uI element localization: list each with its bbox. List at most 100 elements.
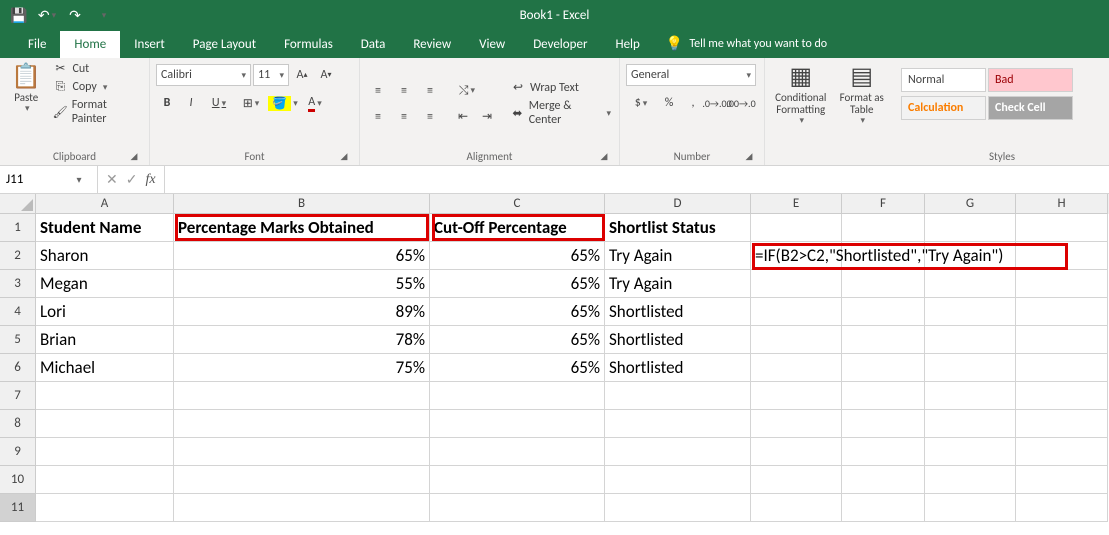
- name-box[interactable]: ▾: [0, 166, 98, 193]
- cell-A3[interactable]: Megan: [36, 270, 174, 298]
- cell-E9[interactable]: [751, 438, 842, 466]
- cell-D5[interactable]: Shortlisted: [605, 326, 751, 354]
- align-middle-button[interactable]: ≡: [392, 79, 416, 103]
- cell-F10[interactable]: [842, 466, 925, 494]
- style-normal[interactable]: Normal: [901, 68, 986, 92]
- insert-function-button[interactable]: fx: [145, 172, 155, 188]
- row-header-2[interactable]: 2: [0, 242, 36, 270]
- align-right-button[interactable]: ≡: [418, 105, 442, 129]
- cell-C1[interactable]: Cut-Off Percentage: [430, 214, 605, 242]
- cell-C3[interactable]: 65%: [430, 270, 605, 298]
- col-header-B[interactable]: B: [174, 194, 430, 214]
- bold-button[interactable]: B: [156, 92, 178, 114]
- cell-C11[interactable]: [430, 494, 605, 522]
- cell-F3[interactable]: [842, 270, 925, 298]
- tab-formulas[interactable]: Formulas: [270, 31, 347, 58]
- cell-A6[interactable]: Michael: [36, 354, 174, 382]
- col-header-D[interactable]: D: [605, 194, 751, 214]
- cell-G1[interactable]: [925, 214, 1016, 242]
- cell-A2[interactable]: Sharon: [36, 242, 174, 270]
- merge-center-button[interactable]: ⬌Merge & Center▾: [508, 98, 613, 128]
- cell-D4[interactable]: Shortlisted: [605, 298, 751, 326]
- cell-D9[interactable]: [605, 438, 751, 466]
- number-format-select[interactable]: General▾: [626, 64, 756, 86]
- cell-A11[interactable]: [36, 494, 174, 522]
- cell-C8[interactable]: [430, 410, 605, 438]
- row-header-7[interactable]: 7: [0, 382, 36, 410]
- cell-B8[interactable]: [174, 410, 430, 438]
- cell-C5[interactable]: 65%: [430, 326, 605, 354]
- paste-button[interactable]: 📋 Paste ▾: [6, 60, 46, 116]
- underline-button[interactable]: U▾: [204, 92, 234, 114]
- cell-F9[interactable]: [842, 438, 925, 466]
- cell-A8[interactable]: [36, 410, 174, 438]
- cell-E2[interactable]: =IF(B2>C2,"Shortlisted","Try Again"): [751, 242, 842, 270]
- cell-H11[interactable]: [1016, 494, 1108, 522]
- tab-insert[interactable]: Insert: [120, 31, 179, 58]
- number-launcher[interactable]: ◢: [742, 149, 756, 163]
- col-header-A[interactable]: A: [36, 194, 174, 214]
- name-box-dropdown[interactable]: ▾: [70, 173, 88, 186]
- align-center-button[interactable]: ≡: [392, 105, 416, 129]
- tab-help[interactable]: Help: [601, 31, 653, 58]
- cell-H4[interactable]: [1016, 298, 1108, 326]
- cell-A5[interactable]: Brian: [36, 326, 174, 354]
- cell-H8[interactable]: [1016, 410, 1108, 438]
- cell-F11[interactable]: [842, 494, 925, 522]
- cell-E5[interactable]: [751, 326, 842, 354]
- cell-H7[interactable]: [1016, 382, 1108, 410]
- cell-C9[interactable]: [430, 438, 605, 466]
- name-box-input[interactable]: [0, 166, 70, 193]
- accounting-format-button[interactable]: $▾: [626, 92, 656, 114]
- col-header-G[interactable]: G: [925, 194, 1016, 214]
- row-header-3[interactable]: 3: [0, 270, 36, 298]
- cell-E4[interactable]: [751, 298, 842, 326]
- cell-A9[interactable]: [36, 438, 174, 466]
- orientation-button[interactable]: ⤭▾: [452, 80, 482, 102]
- cell-G11[interactable]: [925, 494, 1016, 522]
- cell-E7[interactable]: [751, 382, 842, 410]
- row-header-8[interactable]: 8: [0, 410, 36, 438]
- cell-F8[interactable]: [842, 410, 925, 438]
- borders-button[interactable]: ⊞▾: [236, 92, 266, 114]
- row-header-6[interactable]: 6: [0, 354, 36, 382]
- tab-data[interactable]: Data: [347, 31, 400, 58]
- cell-E1[interactable]: [751, 214, 842, 242]
- font-launcher[interactable]: ◢: [337, 149, 351, 163]
- tab-developer[interactable]: Developer: [519, 31, 601, 58]
- style-calculation[interactable]: Calculation: [901, 96, 986, 120]
- cell-H6[interactable]: [1016, 354, 1108, 382]
- row-header-1[interactable]: 1: [0, 214, 36, 242]
- cell-B2[interactable]: 65%: [174, 242, 430, 270]
- cell-H1[interactable]: [1016, 214, 1108, 242]
- format-painter-button[interactable]: 🖌Format Painter: [50, 97, 143, 127]
- percent-format-button[interactable]: %: [658, 92, 680, 114]
- cell-E10[interactable]: [751, 466, 842, 494]
- cell-D3[interactable]: Try Again: [605, 270, 751, 298]
- undo-icon[interactable]: ↶▾: [34, 2, 60, 28]
- formula-input[interactable]: [164, 166, 1109, 193]
- cell-D7[interactable]: [605, 382, 751, 410]
- cell-D11[interactable]: [605, 494, 751, 522]
- cell-A1[interactable]: Student Name: [36, 214, 174, 242]
- cell-B10[interactable]: [174, 466, 430, 494]
- increase-decimal-button[interactable]: .0→.00: [706, 92, 728, 114]
- format-as-table-button[interactable]: ▤ Format as Table▾: [834, 60, 889, 128]
- enter-icon[interactable]: ✓: [126, 171, 138, 188]
- cell-C6[interactable]: 65%: [430, 354, 605, 382]
- cell-B1[interactable]: Percentage Marks Obtained: [174, 214, 430, 242]
- cell-H10[interactable]: [1016, 466, 1108, 494]
- row-header-10[interactable]: 10: [0, 466, 36, 494]
- conditional-formatting-button[interactable]: ▦ Conditional Formatting▾: [771, 60, 830, 128]
- select-all-button[interactable]: [0, 194, 36, 214]
- cell-G7[interactable]: [925, 382, 1016, 410]
- cell-B5[interactable]: 78%: [174, 326, 430, 354]
- tell-me-search[interactable]: 💡 Tell me what you want to do: [654, 29, 839, 58]
- cut-button[interactable]: ✂Cut: [50, 60, 143, 77]
- row-header-9[interactable]: 9: [0, 438, 36, 466]
- tab-page-layout[interactable]: Page Layout: [179, 31, 270, 58]
- align-left-button[interactable]: ≡: [366, 105, 390, 129]
- cell-C4[interactable]: 65%: [430, 298, 605, 326]
- font-color-button[interactable]: A▾: [300, 92, 330, 114]
- cell-D6[interactable]: Shortlisted: [605, 354, 751, 382]
